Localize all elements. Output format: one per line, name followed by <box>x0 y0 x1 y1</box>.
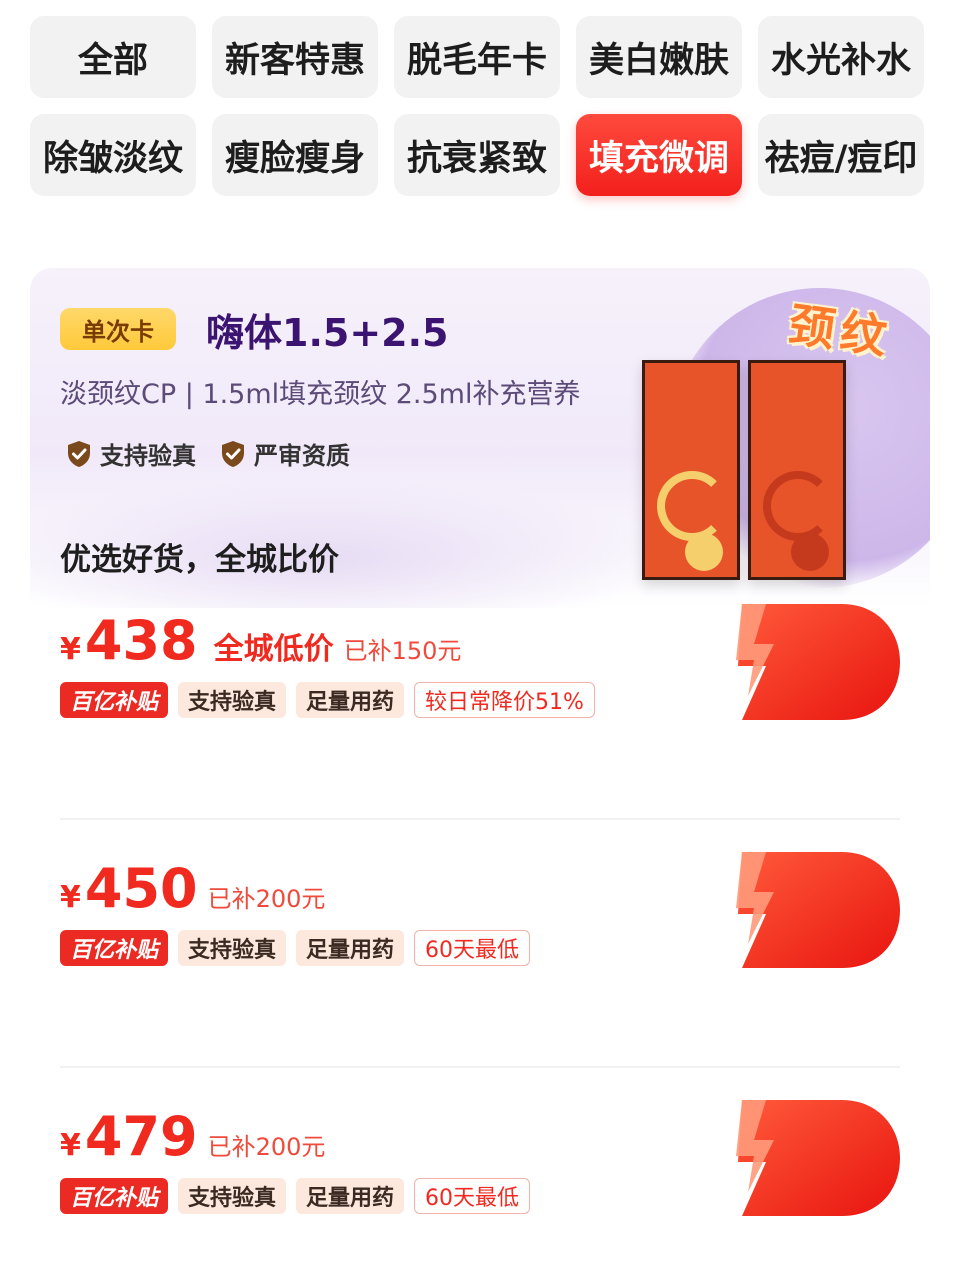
offer-row[interactable]: ¥ 450 已补200元 百亿补贴 支持验真 足量用药 60天最低 <box>30 848 930 1068</box>
shield-check-icon <box>68 440 90 467</box>
dosage-tag: 足量用药 <box>296 1178 405 1214</box>
currency-symbol: ¥ <box>60 632 81 667</box>
offer-tags: 百亿补贴 支持验真 足量用药 60天最低 <box>60 930 531 966</box>
product-box <box>748 360 846 580</box>
price-line: ¥ 438 全城低价 已补150元 <box>60 614 461 668</box>
category-new-customer[interactable]: 新客特惠 <box>212 16 378 98</box>
subsidy-brand-tag: 百亿补贴 <box>60 682 169 718</box>
lowest-60-days-tag: 60天最低 <box>414 930 531 966</box>
price-line: ¥ 450 已补200元 <box>60 862 325 916</box>
product-hero-card[interactable]: 单次卡 嗨体1.5+2.5 淡颈纹CP | 1.5ml填充颈纹 2.5ml补充营… <box>30 268 930 608</box>
product-image <box>642 360 852 590</box>
category-grid: 全部 新客特惠 脱毛年卡 美白嫩肤 水光补水 除皱淡纹 瘦脸瘦身 抗衰紧致 填充… <box>30 16 926 196</box>
logo-swirl <box>763 471 833 541</box>
badge-label: 严审资质 <box>254 442 350 470</box>
lightning-d-logo-icon[interactable] <box>702 1096 902 1220</box>
trust-badges: 支持验真 严审资质 <box>66 436 350 471</box>
category-hair-removal[interactable]: 脱毛年卡 <box>394 16 560 98</box>
offer-tags: 百亿补贴 支持验真 足量用药 60天最低 <box>60 1178 531 1214</box>
category-wrinkle[interactable]: 除皱淡纹 <box>30 114 196 196</box>
category-hydration[interactable]: 水光补水 <box>758 16 924 98</box>
logo-dot <box>685 533 723 571</box>
offer-tags: 百亿补贴 支持验真 足量用药 较日常降价51% <box>60 682 595 718</box>
lowest-60-days-tag: 60天最低 <box>414 1178 531 1214</box>
logo-dot <box>791 533 829 571</box>
price-value: 479 <box>84 1105 198 1168</box>
category-all[interactable]: 全部 <box>30 16 196 98</box>
category-slimming[interactable]: 瘦脸瘦身 <box>212 114 378 196</box>
price-value: 438 <box>84 609 198 672</box>
subsidy-text: 已补200元 <box>207 1133 326 1161</box>
category-filler[interactable]: 填充微调 <box>576 114 742 196</box>
verify-tag: 支持验真 <box>178 1178 287 1214</box>
subsidy-brand-tag: 百亿补贴 <box>60 1178 169 1214</box>
dosage-tag: 足量用药 <box>296 930 405 966</box>
discount-tag: 较日常降价51% <box>414 682 595 718</box>
verify-badge: 支持验真 <box>66 436 196 471</box>
subsidy-text: 已补150元 <box>343 637 462 665</box>
dosage-tag: 足量用药 <box>296 682 405 718</box>
subsidy-text: 已补200元 <box>207 885 326 913</box>
price-line: ¥ 479 已补200元 <box>60 1110 325 1164</box>
badge-label: 支持验真 <box>100 442 196 470</box>
divider <box>60 818 900 820</box>
divider <box>60 1066 900 1068</box>
product-box <box>642 360 740 580</box>
price-value: 450 <box>84 857 198 920</box>
category-acne[interactable]: 祛痘/痘印 <box>758 114 924 196</box>
product-description: 淡颈纹CP | 1.5ml填充颈纹 2.5ml补充营养 <box>60 379 581 410</box>
product-title: 嗨体1.5+2.5 <box>206 311 449 355</box>
logo-swirl <box>657 471 727 541</box>
category-whitening[interactable]: 美白嫩肤 <box>576 16 742 98</box>
verify-tag: 支持验真 <box>178 682 287 718</box>
slogan: 优选好货，全城比价 <box>60 542 339 578</box>
category-anti-aging[interactable]: 抗衰紧致 <box>394 114 560 196</box>
lightning-d-logo-icon[interactable] <box>702 848 902 972</box>
shield-check-icon <box>222 440 244 467</box>
subsidy-brand-tag: 百亿补贴 <box>60 930 169 966</box>
offer-row[interactable]: ¥ 438 全城低价 已补150元 百亿补贴 支持验真 足量用药 较日常降价51… <box>30 600 930 820</box>
card-type-tag: 单次卡 <box>60 308 176 350</box>
lowest-price-label: 全城低价 <box>213 632 334 667</box>
lightning-d-logo-icon[interactable] <box>702 600 902 724</box>
currency-symbol: ¥ <box>60 880 81 915</box>
currency-symbol: ¥ <box>60 1128 81 1163</box>
offer-row[interactable]: ¥ 479 已补200元 百亿补贴 支持验真 足量用药 60天最低 <box>30 1096 930 1280</box>
qualification-badge: 严审资质 <box>220 436 350 471</box>
verify-tag: 支持验真 <box>178 930 287 966</box>
